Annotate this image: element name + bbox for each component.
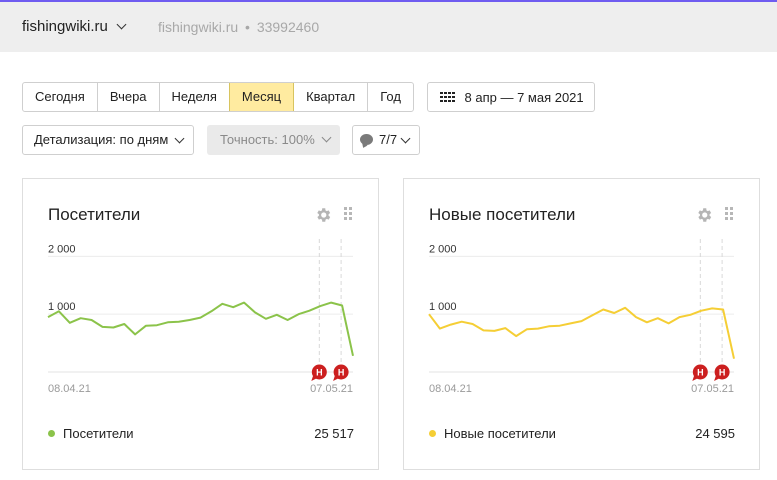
gear-icon[interactable] xyxy=(695,206,713,224)
date-range-label: 8 апр — 7 мая 2021 xyxy=(464,89,584,105)
accuracy-dropdown: Точность: 100% xyxy=(207,125,340,155)
site-selector[interactable]: fishingwiki.ru xyxy=(22,18,127,35)
svg-text:Н: Н xyxy=(316,368,323,378)
y-tick-label: 2 000 xyxy=(429,243,457,255)
chevron-down-icon xyxy=(174,133,185,144)
visitors-chart: 2 000 1 000 Н Н 08.04.21 07.05.21 xyxy=(47,239,354,395)
gear-icon[interactable] xyxy=(314,206,332,224)
chevron-down-icon xyxy=(321,132,332,143)
x-end-label: 07.05.21 xyxy=(310,383,353,395)
date-range-button[interactable]: 8 апр — 7 мая 2021 xyxy=(427,82,595,112)
period-button[interactable]: Вчера xyxy=(98,83,160,111)
period-selector: Сегодня Вчера Неделя Месяц Квартал Год xyxy=(22,82,414,112)
total-value: 24 595 xyxy=(695,426,735,441)
counter-id: 33992460 xyxy=(256,19,320,35)
x-start-label: 08.04.21 xyxy=(429,383,472,395)
calendar-grid-icon xyxy=(440,91,455,103)
total-value: 25 517 xyxy=(314,426,354,441)
period-button[interactable]: Квартал xyxy=(294,83,369,111)
detail-label: Детализация: по дням xyxy=(34,132,169,147)
x-start-label: 08.04.21 xyxy=(48,383,91,395)
period-button[interactable]: Год xyxy=(368,83,413,111)
comment-bubble-icon xyxy=(360,134,373,145)
period-button[interactable]: Месяц xyxy=(228,83,295,111)
y-tick-label: 1 000 xyxy=(48,301,76,313)
svg-text:Н: Н xyxy=(719,368,726,378)
series-line xyxy=(47,301,354,357)
legend-label: Новые посетители xyxy=(444,426,556,441)
drag-handle-icon[interactable] xyxy=(725,207,733,220)
visitors-card: Посетители 2 000 1 000 Н Н 08.04.21 07.05.21 … xyxy=(22,178,379,470)
y-tick-label: 2 000 xyxy=(48,243,76,255)
site-meta: fishingwiki.ru • 33992460 xyxy=(158,19,319,35)
accuracy-label: Точность: 100% xyxy=(220,132,315,147)
legend-item: Посетители xyxy=(48,426,134,441)
main-content: Сегодня Вчера Неделя Месяц Квартал Год 8 апр … xyxy=(0,52,777,480)
card-title: Новые посетители xyxy=(429,205,576,224)
legend-label: Посетители xyxy=(63,426,134,441)
comments-count: 7/7 xyxy=(379,132,398,147)
series-line xyxy=(428,306,735,359)
new-visitors-card: Новые посетители 2 000 1 000 Н Н 08.04.21 07.… xyxy=(403,178,760,470)
svg-text:Н: Н xyxy=(338,368,345,378)
annotation-marker[interactable]: Н xyxy=(692,364,708,382)
y-tick-label: 1 000 xyxy=(429,301,457,313)
annotation-marker[interactable]: Н xyxy=(333,364,349,382)
annotation-marker[interactable]: Н xyxy=(714,364,730,382)
card-title: Посетители xyxy=(48,205,141,224)
legend-item: Новые посетители xyxy=(429,426,556,441)
chevron-down-icon xyxy=(116,19,127,30)
meta-site-name: fishingwiki.ru xyxy=(158,19,239,35)
chevron-down-icon xyxy=(400,133,411,144)
svg-text:Н: Н xyxy=(697,368,704,378)
header: fishingwiki.ru fishingwiki.ru • 33992460 xyxy=(0,2,777,52)
legend-dot xyxy=(429,430,436,437)
new-visitors-chart: 2 000 1 000 Н Н 08.04.21 07.05.21 xyxy=(428,239,735,395)
detail-dropdown[interactable]: Детализация: по дням xyxy=(22,125,194,155)
meta-separator: • xyxy=(245,19,250,35)
annotation-marker[interactable]: Н xyxy=(311,364,327,382)
drag-handle-icon[interactable] xyxy=(344,207,352,220)
site-name: fishingwiki.ru xyxy=(22,18,108,35)
legend-dot xyxy=(48,430,55,437)
period-button[interactable]: Сегодня xyxy=(23,83,98,111)
period-button[interactable]: Неделя xyxy=(160,83,230,111)
x-end-label: 07.05.21 xyxy=(691,383,734,395)
comments-dropdown[interactable]: 7/7 xyxy=(352,125,420,155)
